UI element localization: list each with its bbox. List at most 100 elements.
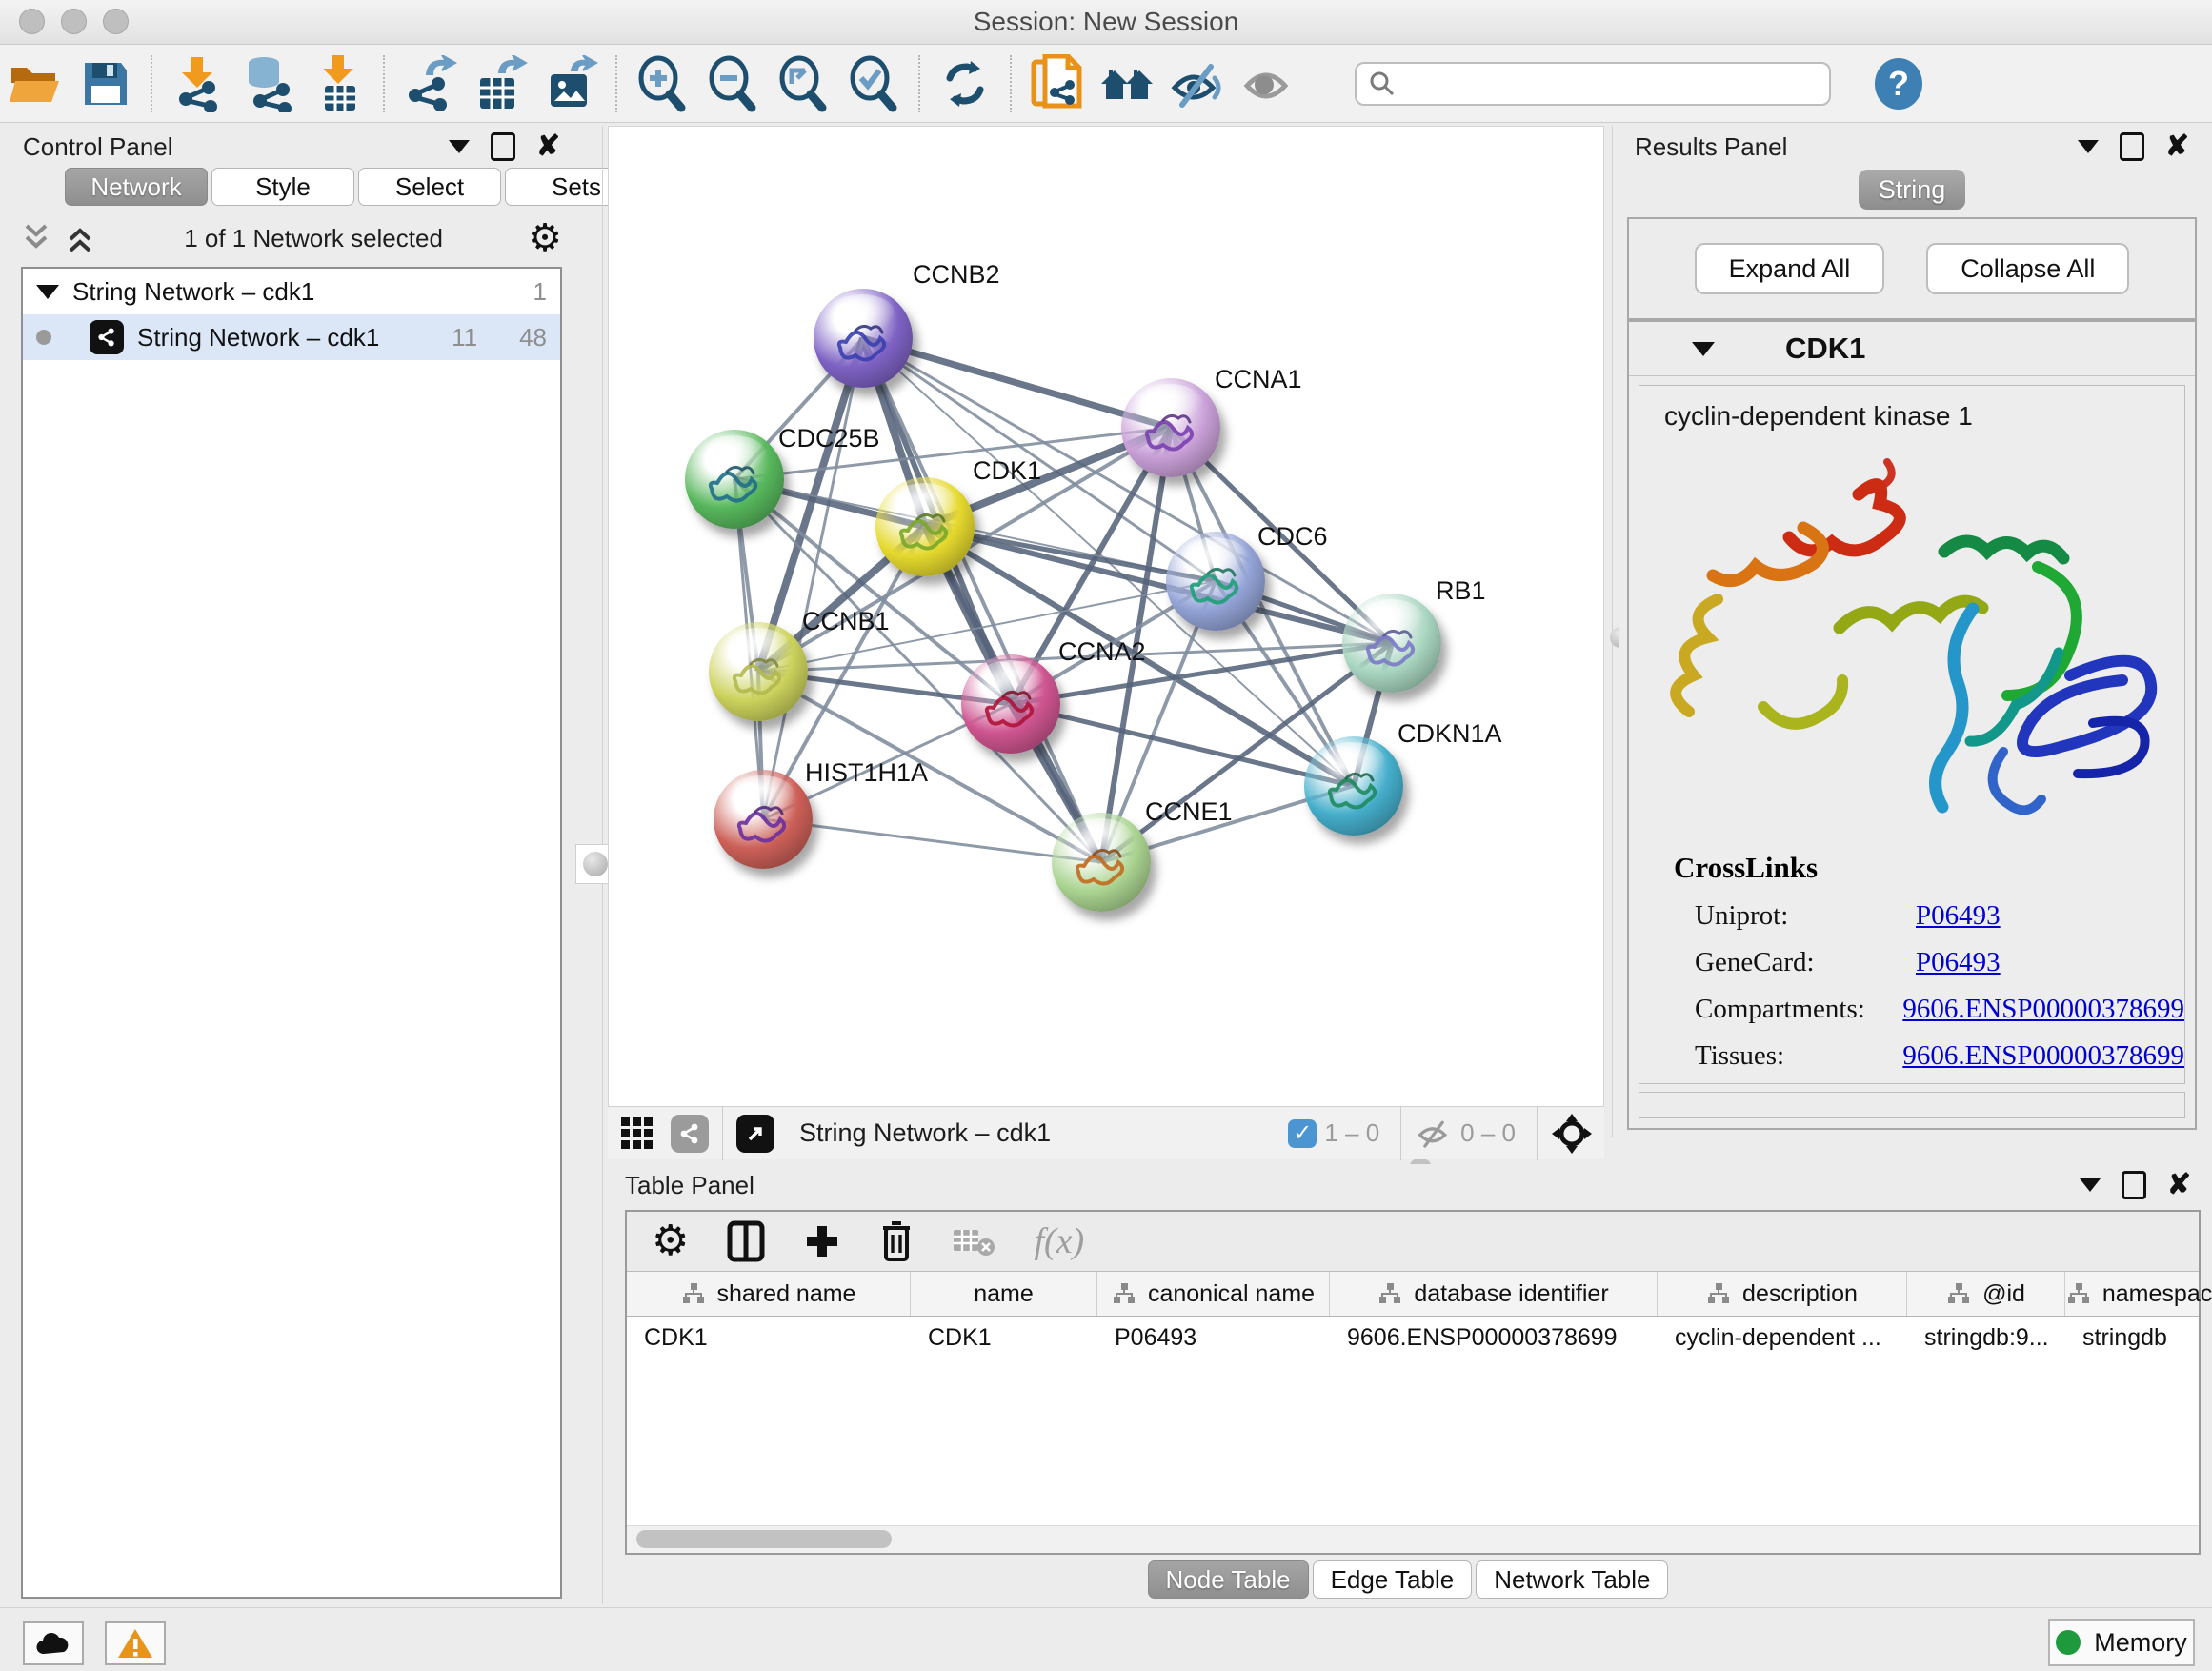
- export-image-button[interactable]: [535, 53, 606, 114]
- table-cell[interactable]: P06493: [1097, 1324, 1330, 1352]
- network-collection-row[interactable]: String Network – cdk1 1: [23, 269, 560, 314]
- zoom-selected-button[interactable]: [838, 53, 909, 114]
- float-panel-icon[interactable]: [2122, 1171, 2146, 1199]
- column-header-database-identifier[interactable]: database identifier: [1330, 1272, 1658, 1316]
- search-input[interactable]: [1397, 70, 1818, 98]
- table-row[interactable]: CDK1CDK1P064939606.ENSP00000378699cyclin…: [627, 1317, 2199, 1359]
- column-header--id[interactable]: @id: [1907, 1272, 2065, 1316]
- tab-string[interactable]: String: [1859, 170, 1965, 210]
- close-panel-icon[interactable]: ✘: [2167, 1171, 2191, 1199]
- crosslink-row: GeneCard:P06493: [1674, 947, 2184, 978]
- save-session-button[interactable]: [70, 53, 141, 114]
- warning-status-button[interactable]: [105, 1621, 166, 1665]
- expand-all-button[interactable]: Expand All: [1695, 243, 1885, 294]
- collapse-icon[interactable]: [36, 285, 59, 299]
- column-header-canonical-name[interactable]: canonical name: [1097, 1272, 1330, 1316]
- scrollbar-handle[interactable]: [636, 1530, 892, 1548]
- column-label: canonical name: [1148, 1280, 1315, 1308]
- column-header-shared-name[interactable]: shared name: [627, 1272, 911, 1316]
- network-type-icon: [90, 320, 124, 354]
- network-options-gear-icon[interactable]: ⚙: [528, 219, 562, 257]
- protein-thumbnail: [875, 477, 975, 576]
- open-session-button[interactable]: [0, 53, 70, 114]
- add-row-plus-icon[interactable]: [803, 1222, 841, 1260]
- node-label-CCNB1: CCNB1: [802, 607, 890, 636]
- table-cell[interactable]: CDK1: [911, 1324, 1097, 1352]
- column-header-name[interactable]: name: [911, 1272, 1097, 1316]
- import-network-file-button[interactable]: [162, 53, 232, 114]
- node-RB1[interactable]: [1342, 594, 1441, 693]
- float-panel-icon[interactable]: [491, 132, 515, 161]
- collapse-section-icon[interactable]: [1692, 342, 1715, 356]
- show-all-networks-button[interactable]: [1092, 53, 1162, 114]
- table-options-gear-icon[interactable]: ⚙: [652, 1220, 689, 1262]
- fit-content-crosshair-icon[interactable]: [1551, 1113, 1593, 1155]
- column-header-description[interactable]: description: [1658, 1272, 1907, 1316]
- cloud-status-button[interactable]: [23, 1621, 84, 1665]
- node-CCNB1[interactable]: [709, 622, 808, 721]
- import-network-database-button[interactable]: [232, 53, 303, 114]
- node-HIST1H1A[interactable]: [714, 770, 813, 869]
- memory-button[interactable]: Memory: [2048, 1619, 2195, 1666]
- table-cell[interactable]: cyclin-dependent ...: [1658, 1324, 1907, 1352]
- column-header-namespace[interactable]: namespace: [2065, 1272, 2212, 1316]
- delete-trash-icon[interactable]: [879, 1220, 914, 1262]
- node-CCNA1[interactable]: [1121, 378, 1220, 477]
- refresh-button[interactable]: [930, 53, 1000, 114]
- database-network-icon: [239, 55, 296, 112]
- horizontal-scrollbar[interactable]: [627, 1525, 2199, 1553]
- crosslink-link[interactable]: P06493: [1916, 900, 2001, 932]
- show-selected-button[interactable]: [1233, 53, 1303, 114]
- panel-menu-icon[interactable]: [449, 140, 470, 153]
- hidden-eye-slash-icon: [1415, 1117, 1453, 1150]
- crosslink-link[interactable]: 9606.ENSP00000378699: [1902, 994, 2184, 1025]
- help-button[interactable]: ?: [1875, 58, 1922, 110]
- export-view-icon[interactable]: [736, 1115, 774, 1153]
- node-CDK1[interactable]: [875, 477, 975, 576]
- crosslink-link[interactable]: P06493: [1916, 947, 2001, 978]
- collapse-all-icon[interactable]: [21, 222, 55, 254]
- tab-network[interactable]: Network: [65, 168, 208, 206]
- table-cell[interactable]: stringdb:9...: [1907, 1324, 2065, 1352]
- gene-section-header[interactable]: CDK1: [1629, 322, 2195, 376]
- node-CCNE1[interactable]: [1052, 813, 1151, 912]
- network-canvas[interactable]: CCNB2 CCNA1 CDC25B CDK1 CDC6 RB1 CCNB1: [608, 126, 1604, 1107]
- collapse-all-button[interactable]: Collapse All: [1926, 243, 2129, 294]
- birdseye-toggle-icon[interactable]: [671, 1115, 709, 1153]
- tab-node-table[interactable]: Node Table: [1148, 1560, 1309, 1599]
- tab-edge-table[interactable]: Edge Table: [1313, 1560, 1473, 1599]
- node-CDKN1A[interactable]: [1304, 736, 1403, 836]
- export-table-button[interactable]: [465, 53, 535, 114]
- import-table-button[interactable]: [303, 53, 373, 114]
- export-network-button[interactable]: [394, 53, 465, 114]
- expand-all-icon[interactable]: [65, 222, 99, 254]
- crosslink-link[interactable]: 9606.ENSP00000378699: [1902, 1040, 2184, 1072]
- table-cell[interactable]: stringdb: [2065, 1324, 2212, 1352]
- network-view-toolbar: String Network – cdk1 ✓ 1 – 0 0 – 0: [608, 1106, 1604, 1159]
- table-cell[interactable]: 9606.ENSP00000378699: [1330, 1324, 1658, 1352]
- table-cell[interactable]: CDK1: [627, 1324, 911, 1352]
- zoom-out-button[interactable]: [697, 53, 768, 114]
- hide-selected-button[interactable]: [1162, 53, 1233, 114]
- table-panel-title: Table Panel: [625, 1171, 754, 1200]
- close-panel-icon[interactable]: ✘: [2165, 132, 2189, 161]
- close-panel-icon[interactable]: ✘: [536, 132, 560, 161]
- copy-style-button[interactable]: [1021, 53, 1092, 114]
- node-CDC25B[interactable]: [685, 430, 784, 529]
- zoom-in-button[interactable]: [627, 53, 697, 114]
- tab-network-table[interactable]: Network Table: [1476, 1560, 1668, 1599]
- selected-checkbox-icon[interactable]: ✓: [1288, 1119, 1317, 1148]
- network-row-selected[interactable]: String Network – cdk1 11 48: [23, 314, 560, 360]
- tab-style[interactable]: Style: [211, 168, 354, 206]
- float-panel-icon[interactable]: [2120, 132, 2144, 161]
- grid-view-icon[interactable]: [619, 1116, 655, 1152]
- panel-menu-icon[interactable]: [2078, 140, 2099, 153]
- network-node-count: 11: [452, 323, 477, 352]
- show-columns-icon[interactable]: [727, 1220, 765, 1262]
- tab-select[interactable]: Select: [358, 168, 501, 206]
- panel-menu-icon[interactable]: [2080, 1178, 2101, 1192]
- zoom-fit-button[interactable]: [768, 53, 838, 114]
- node-CDC6[interactable]: [1166, 532, 1265, 631]
- node-CCNA2[interactable]: [961, 654, 1060, 754]
- node-CCNB2[interactable]: [814, 289, 913, 388]
